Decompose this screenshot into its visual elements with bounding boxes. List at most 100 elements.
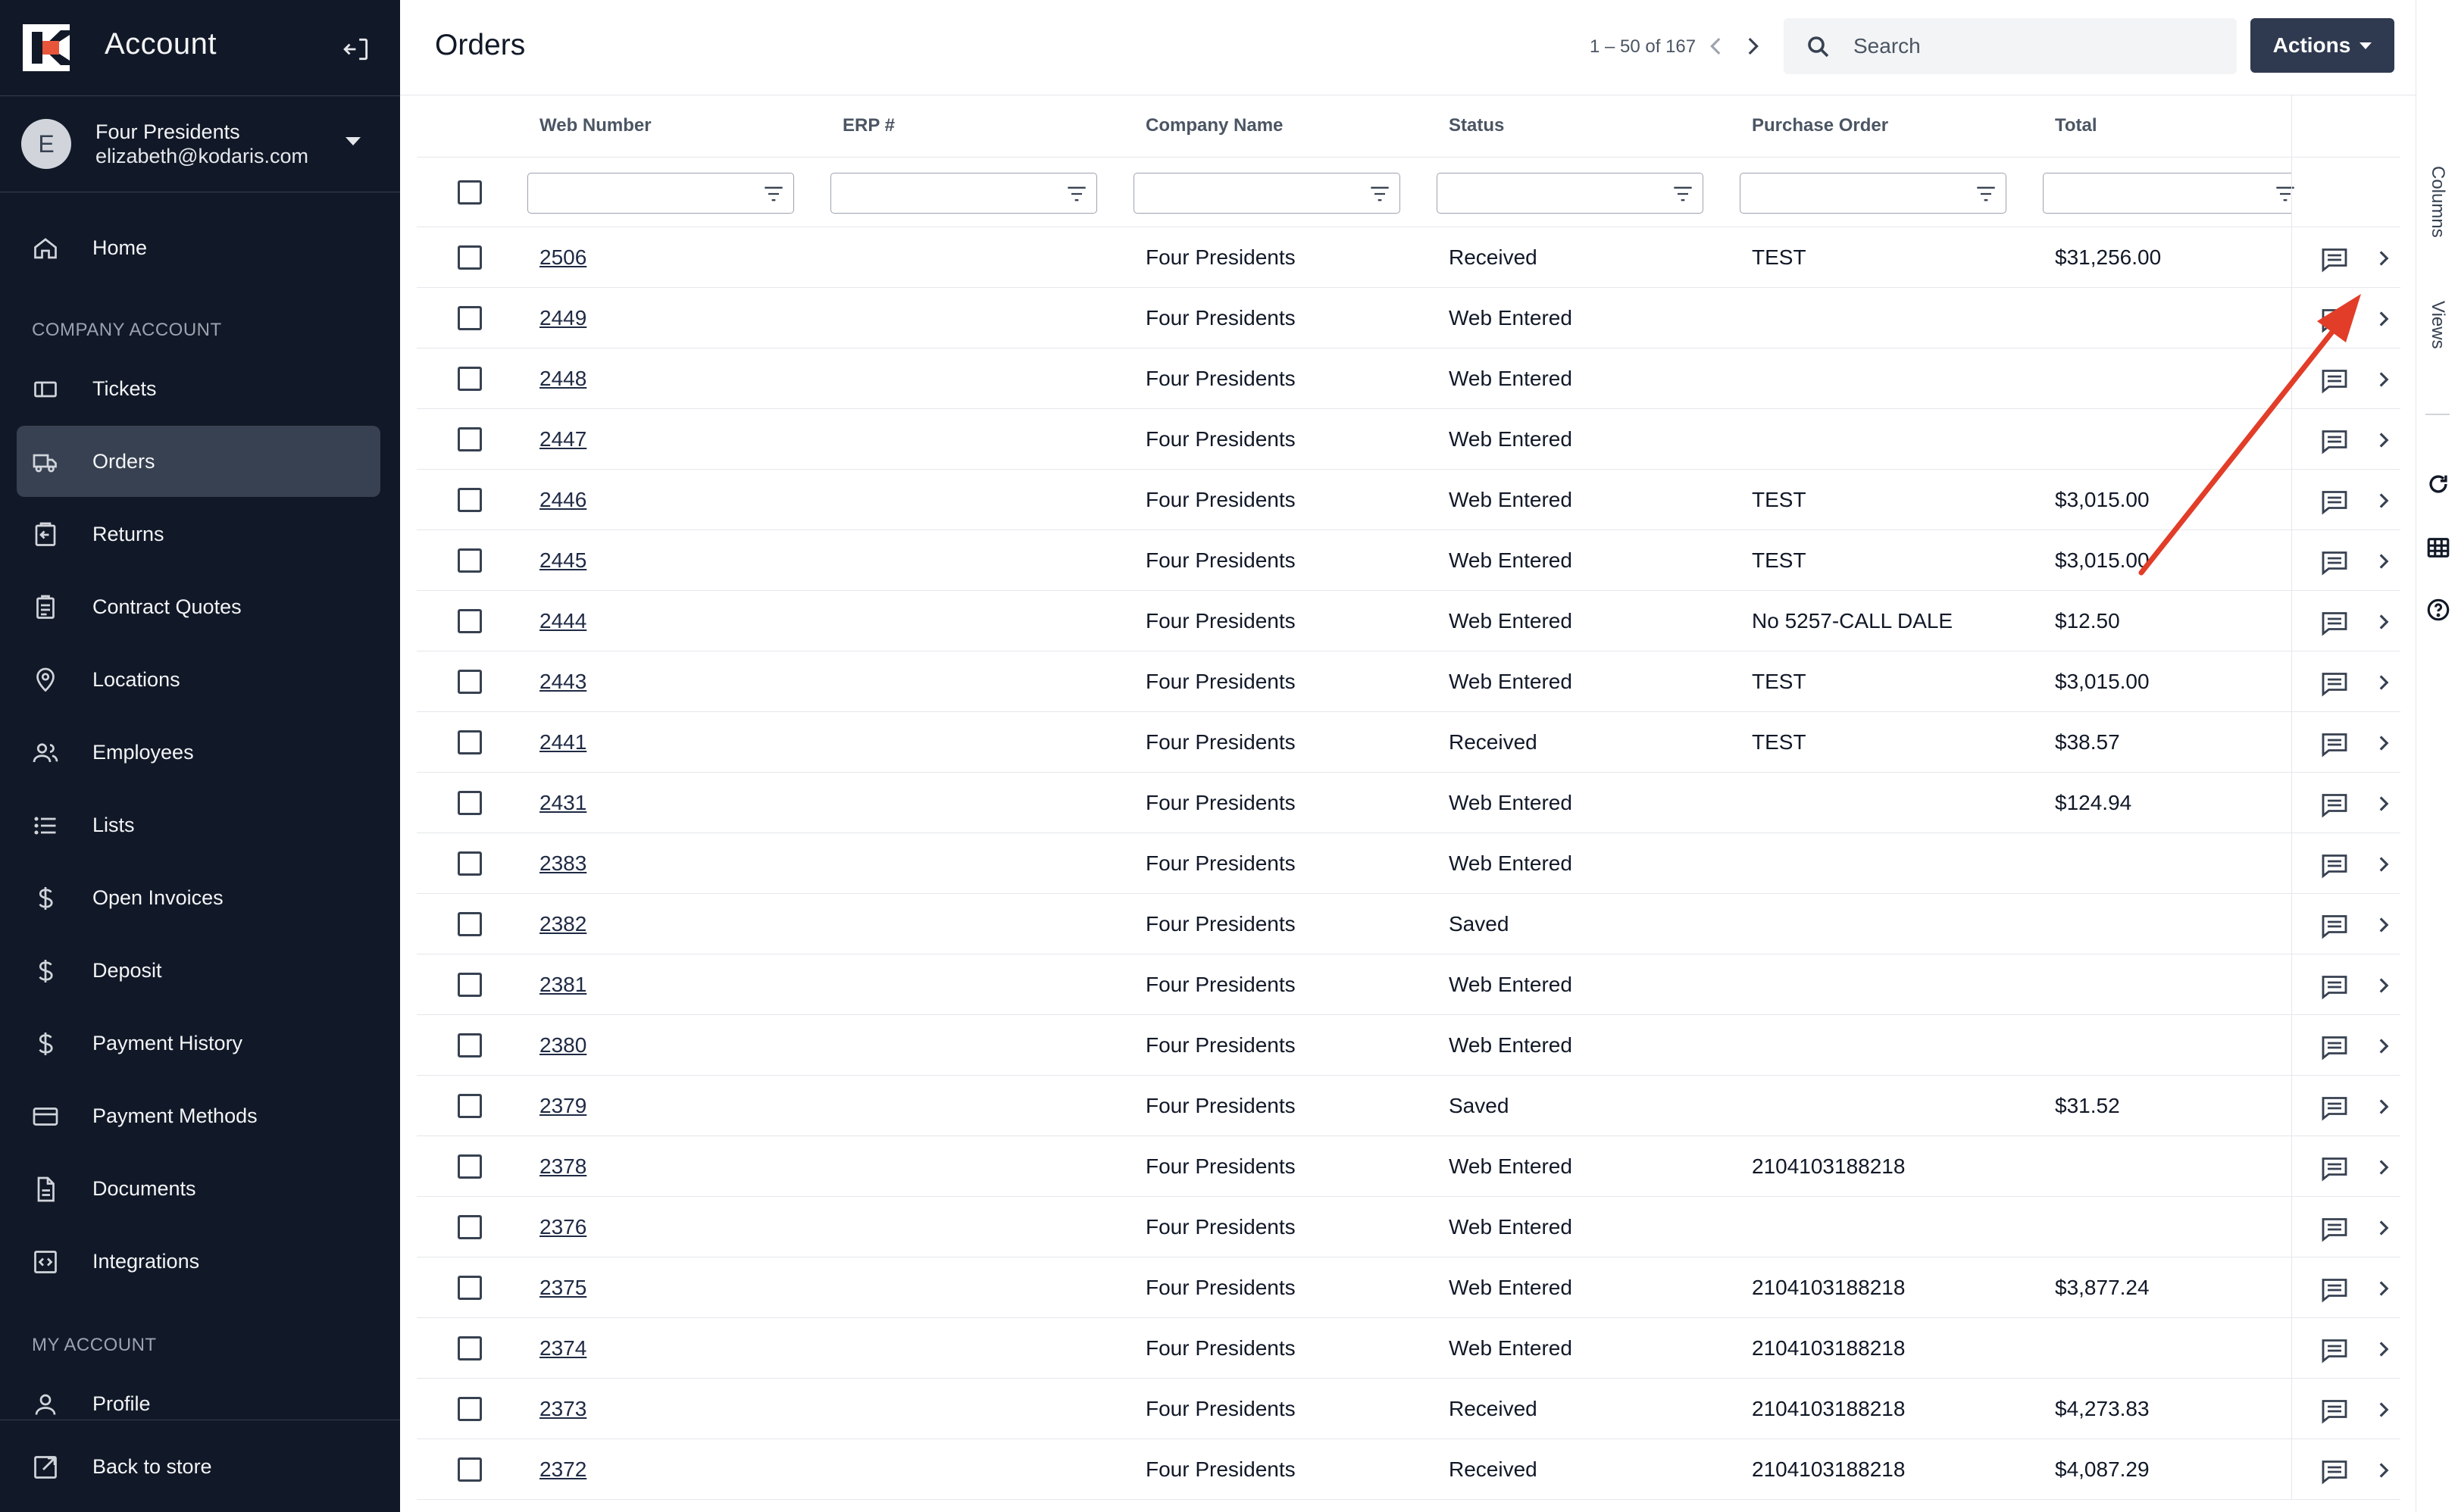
chevron-right-icon[interactable] — [2372, 427, 2395, 453]
column-header-web-number[interactable]: Web Number — [539, 115, 652, 136]
comment-icon[interactable] — [2321, 1338, 2348, 1364]
row-checkbox[interactable] — [458, 851, 482, 876]
chevron-right-icon[interactable] — [2372, 912, 2395, 938]
table-row[interactable]: 2506 Four Presidents Received TEST $31,256.0… — [417, 227, 2400, 288]
user-switcher[interactable]: E Four Presidents elizabeth@kodaris.com — [0, 95, 400, 192]
chevron-right-icon[interactable] — [2372, 1276, 2395, 1301]
comment-icon[interactable] — [2321, 368, 2348, 394]
table-row[interactable]: 2443 Four Presidents Web Entered TEST $3,015… — [417, 651, 2400, 712]
web-number-link[interactable]: 2375 — [539, 1276, 586, 1300]
sidebar-item-payment-methods[interactable]: Payment Methods — [17, 1080, 380, 1151]
web-number-link[interactable]: 2506 — [539, 245, 586, 270]
filter-company[interactable] — [1134, 173, 1400, 214]
back-to-store-link[interactable]: Back to store — [17, 1431, 380, 1502]
comment-icon[interactable] — [2321, 1398, 2348, 1424]
comment-icon[interactable] — [2321, 974, 2348, 1000]
row-checkbox[interactable] — [458, 1033, 482, 1057]
sidebar-item-documents[interactable]: Documents — [17, 1153, 380, 1224]
sidebar-item-orders[interactable]: Orders — [17, 426, 380, 497]
row-checkbox[interactable] — [458, 1276, 482, 1300]
table-row[interactable]: 2375 Four Presidents Web Entered 2104103188… — [417, 1257, 2400, 1318]
sidebar-item-payment-history[interactable]: Payment History — [17, 1007, 380, 1079]
web-number-link[interactable]: 2447 — [539, 427, 586, 451]
comment-icon[interactable] — [2321, 1035, 2348, 1061]
row-checkbox[interactable] — [458, 609, 482, 633]
row-checkbox[interactable] — [458, 730, 482, 754]
chevron-right-icon[interactable] — [2372, 1094, 2395, 1120]
sidebar-item-integrations[interactable]: Integrations — [17, 1226, 380, 1297]
comment-icon[interactable] — [2321, 550, 2348, 576]
chevron-right-icon[interactable] — [2372, 1336, 2395, 1362]
web-number-link[interactable]: 2381 — [539, 973, 586, 997]
table-row[interactable]: 2449 Four Presidents Web Entered — [417, 288, 2400, 348]
sidebar-item-home[interactable]: Home — [17, 212, 380, 283]
chevron-right-icon[interactable] — [2372, 670, 2395, 695]
chevron-right-icon[interactable] — [2372, 609, 2395, 635]
grid-icon[interactable] — [2425, 535, 2451, 561]
web-number-link[interactable]: 2379 — [539, 1094, 586, 1118]
table-row[interactable]: 2374 Four Presidents Web Entered 2104103188… — [417, 1318, 2400, 1379]
comment-icon[interactable] — [2321, 429, 2348, 455]
row-checkbox[interactable] — [458, 912, 482, 936]
sidebar-item-locations[interactable]: Locations — [17, 644, 380, 715]
web-number-link[interactable]: 2446 — [539, 488, 586, 512]
table-row[interactable]: 2441 Four Presidents Received TEST $38.57 — [417, 712, 2400, 773]
row-checkbox[interactable] — [458, 670, 482, 694]
comment-icon[interactable] — [2321, 247, 2348, 273]
row-checkbox[interactable] — [458, 973, 482, 997]
comment-icon[interactable] — [2321, 1217, 2348, 1242]
row-checkbox[interactable] — [458, 1215, 482, 1239]
columns-tab[interactable]: Columns — [2421, 156, 2454, 247]
comment-icon[interactable] — [2321, 308, 2348, 333]
collapse-sidebar-button[interactable] — [338, 30, 376, 68]
row-checkbox[interactable] — [458, 1457, 482, 1482]
table-row[interactable]: 2445 Four Presidents Web Entered TEST $3,015… — [417, 530, 2400, 591]
filter-icon[interactable] — [1975, 184, 1997, 204]
chevron-right-icon[interactable] — [1740, 33, 1765, 59]
table-row[interactable]: 2447 Four Presidents Web Entered — [417, 409, 2400, 470]
comment-icon[interactable] — [2321, 914, 2348, 939]
row-checkbox[interactable] — [458, 488, 482, 512]
row-checkbox[interactable] — [458, 306, 482, 330]
actions-button[interactable]: Actions — [2250, 18, 2394, 73]
web-number-link[interactable]: 2374 — [539, 1336, 586, 1360]
web-number-link[interactable]: 2449 — [539, 306, 586, 330]
chevron-right-icon[interactable] — [2372, 367, 2395, 392]
row-checkbox[interactable] — [458, 1154, 482, 1179]
comment-icon[interactable] — [2321, 1277, 2348, 1303]
table-row[interactable]: 2380 Four Presidents Web Entered — [417, 1015, 2400, 1076]
filter-icon[interactable] — [2275, 184, 2296, 204]
chevron-right-icon[interactable] — [2372, 730, 2395, 756]
filter-erp[interactable] — [830, 173, 1097, 214]
row-checkbox[interactable] — [458, 245, 482, 270]
comment-icon[interactable] — [2321, 853, 2348, 879]
comment-icon[interactable] — [2321, 671, 2348, 697]
comment-icon[interactable] — [2321, 732, 2348, 758]
row-checkbox[interactable] — [458, 548, 482, 573]
row-checkbox[interactable] — [458, 427, 482, 451]
row-checkbox[interactable] — [458, 791, 482, 815]
refresh-icon[interactable] — [2425, 471, 2451, 497]
filter-icon[interactable] — [1066, 184, 1087, 204]
sidebar-item-employees[interactable]: Employees — [17, 717, 380, 788]
table-row[interactable]: 2372 Four Presidents Received 2104103188218… — [417, 1439, 2400, 1500]
filter-icon[interactable] — [763, 184, 784, 204]
column-header-company[interactable]: Company Name — [1146, 115, 1283, 136]
column-header-purchase-order[interactable]: Purchase Order — [1752, 115, 1888, 136]
table-row[interactable]: 2444 Four Presidents Web Entered No 5257-CA… — [417, 591, 2400, 651]
filter-icon[interactable] — [1369, 184, 1390, 204]
chevron-right-icon[interactable] — [2372, 1397, 2395, 1423]
web-number-link[interactable]: 2382 — [539, 912, 586, 936]
sidebar-item-tickets[interactable]: Tickets — [17, 353, 380, 424]
web-number-link[interactable]: 2441 — [539, 730, 586, 754]
filter-web-number[interactable] — [527, 173, 794, 214]
chevron-right-icon[interactable] — [2372, 306, 2395, 332]
table-row[interactable]: 2446 Four Presidents Web Entered TEST $3,015… — [417, 470, 2400, 530]
column-header-erp[interactable]: ERP # — [843, 115, 895, 136]
web-number-link[interactable]: 2372 — [539, 1457, 586, 1482]
web-number-link[interactable]: 2383 — [539, 851, 586, 876]
row-checkbox[interactable] — [458, 367, 482, 391]
column-header-total[interactable]: Total — [2055, 115, 2097, 136]
chevron-right-icon[interactable] — [2372, 1033, 2395, 1059]
web-number-link[interactable]: 2431 — [539, 791, 586, 815]
